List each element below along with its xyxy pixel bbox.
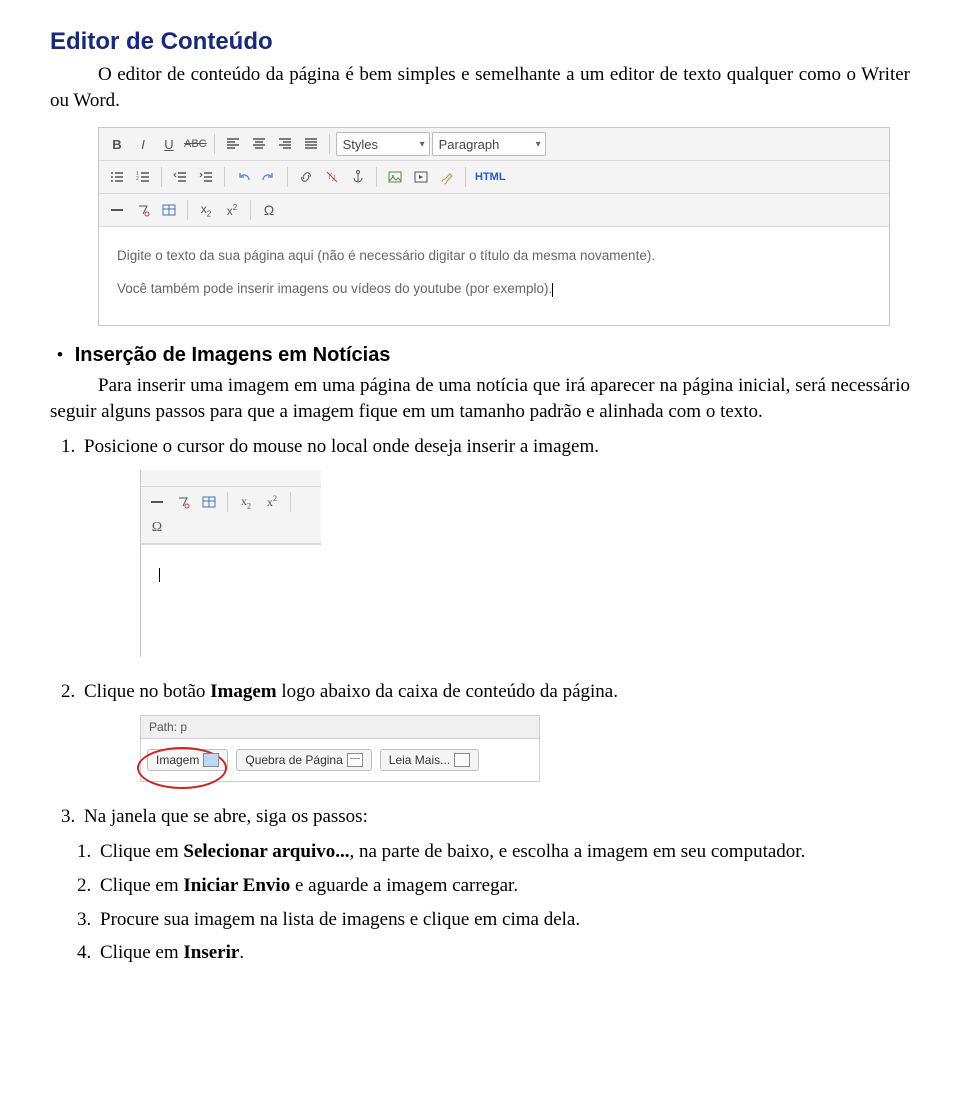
step-item: Na janela que se abre, siga os passos: bbox=[80, 804, 910, 830]
imagem-button[interactable]: Imagem bbox=[147, 749, 228, 771]
editor-path-bar: Path: p bbox=[140, 715, 540, 739]
toolbar-divider bbox=[161, 167, 162, 187]
editor-toolbar-row-3: x2 x2 Ω bbox=[99, 194, 889, 226]
superscript-icon[interactable]: x2 bbox=[260, 490, 284, 514]
media-icon[interactable] bbox=[409, 165, 433, 189]
step-item: Clique no botão Imagem logo abaixo da ca… bbox=[80, 679, 910, 705]
editor-toolbar-fragment: x2 x2 Ω bbox=[141, 487, 321, 544]
table-icon[interactable] bbox=[157, 198, 181, 222]
leia-mais-button[interactable]: Leia Mais... bbox=[380, 749, 479, 771]
read-more-icon bbox=[454, 753, 470, 767]
unordered-list-icon[interactable] bbox=[105, 165, 129, 189]
styles-select[interactable]: Styles bbox=[336, 132, 430, 156]
table-icon[interactable] bbox=[197, 490, 221, 514]
anchor-icon[interactable] bbox=[346, 165, 370, 189]
strike-icon[interactable]: ABC bbox=[183, 132, 208, 156]
toolbar-divider bbox=[465, 167, 466, 187]
redo-icon[interactable] bbox=[257, 165, 281, 189]
image-icon bbox=[203, 753, 219, 767]
page-break-icon bbox=[347, 753, 363, 767]
align-center-icon[interactable] bbox=[247, 132, 271, 156]
substep-item: Clique em Selecionar arquivo..., na part… bbox=[96, 839, 910, 865]
align-left-icon[interactable] bbox=[221, 132, 245, 156]
quebra-pagina-button[interactable]: Quebra de Página bbox=[236, 749, 371, 771]
editor-screenshot-1: B I U ABC Styles Paragraph 12 bbox=[98, 127, 890, 326]
paragraph-select[interactable]: Paragraph bbox=[432, 132, 546, 156]
substep-item: Clique em Iniciar Envio e aguarde a imag… bbox=[96, 873, 910, 899]
toolbar-divider bbox=[329, 134, 330, 154]
substep-item: Clique em Inserir. bbox=[96, 940, 910, 966]
toolbar-divider bbox=[250, 200, 251, 220]
remove-format-icon[interactable] bbox=[171, 490, 195, 514]
editor-toolbar-row-2: 12 bbox=[99, 161, 889, 194]
unlink-icon[interactable] bbox=[320, 165, 344, 189]
toolbar-divider bbox=[224, 167, 225, 187]
align-justify-icon[interactable] bbox=[299, 132, 323, 156]
brush-icon[interactable] bbox=[435, 165, 459, 189]
link-icon[interactable] bbox=[294, 165, 318, 189]
toolbar-divider bbox=[290, 492, 291, 512]
page-title: Editor de Conteúdo bbox=[50, 28, 910, 56]
hr-icon[interactable] bbox=[145, 490, 169, 514]
italic-icon[interactable]: I bbox=[131, 132, 155, 156]
toolbar-divider bbox=[376, 167, 377, 187]
remove-format-icon[interactable] bbox=[131, 198, 155, 222]
underline-icon[interactable]: U bbox=[157, 132, 181, 156]
editor-screenshot-3: Path: p Imagem Quebra de Página Leia Mai… bbox=[140, 715, 540, 782]
html-button[interactable]: HTML bbox=[472, 165, 509, 189]
editor-body[interactable]: Digite o texto da sua página aqui (não é… bbox=[99, 226, 889, 325]
special-char-icon[interactable]: Ω bbox=[145, 516, 169, 540]
editor-footer-buttons: Imagem Quebra de Página Leia Mais... bbox=[140, 739, 540, 782]
step-item: Posicione o cursor do mouse no local ond… bbox=[80, 434, 910, 460]
editor-body-line: Digite o texto da sua página aqui (não é… bbox=[117, 245, 871, 268]
hr-icon[interactable] bbox=[105, 198, 129, 222]
toolbar-divider bbox=[214, 134, 215, 154]
editor-body[interactable] bbox=[141, 544, 321, 657]
toolbar-divider bbox=[227, 492, 228, 512]
toolbar-divider bbox=[187, 200, 188, 220]
bold-icon[interactable]: B bbox=[105, 132, 129, 156]
toolbar-divider bbox=[287, 167, 288, 187]
superscript-icon[interactable]: x2 bbox=[220, 198, 244, 222]
bullet-heading: • Inserção de Imagens em Notícias bbox=[50, 344, 910, 367]
undo-icon[interactable] bbox=[231, 165, 255, 189]
special-char-icon[interactable]: Ω bbox=[257, 198, 281, 222]
subscript-icon[interactable]: x2 bbox=[234, 490, 258, 514]
section-title: Inserção de Imagens em Notícias bbox=[75, 344, 391, 366]
subscript-icon[interactable]: x2 bbox=[194, 198, 218, 222]
editor-toolbar-row-1: B I U ABC Styles Paragraph bbox=[99, 128, 889, 161]
substep-item: Procure sua imagem na lista de imagens e… bbox=[96, 907, 910, 933]
indent-icon[interactable] bbox=[194, 165, 218, 189]
image-icon[interactable] bbox=[383, 165, 407, 189]
ordered-list-icon[interactable]: 12 bbox=[131, 165, 155, 189]
outdent-icon[interactable] bbox=[168, 165, 192, 189]
editor-body-line: Você também pode inserir imagens ou víde… bbox=[117, 278, 871, 301]
align-right-icon[interactable] bbox=[273, 132, 297, 156]
editor-screenshot-2: x2 x2 Ω bbox=[140, 470, 321, 657]
section-paragraph: Para inserir uma imagem em uma página de… bbox=[50, 373, 910, 424]
intro-paragraph: O editor de conteúdo da página é bem sim… bbox=[50, 62, 910, 113]
svg-text:2: 2 bbox=[136, 176, 139, 182]
